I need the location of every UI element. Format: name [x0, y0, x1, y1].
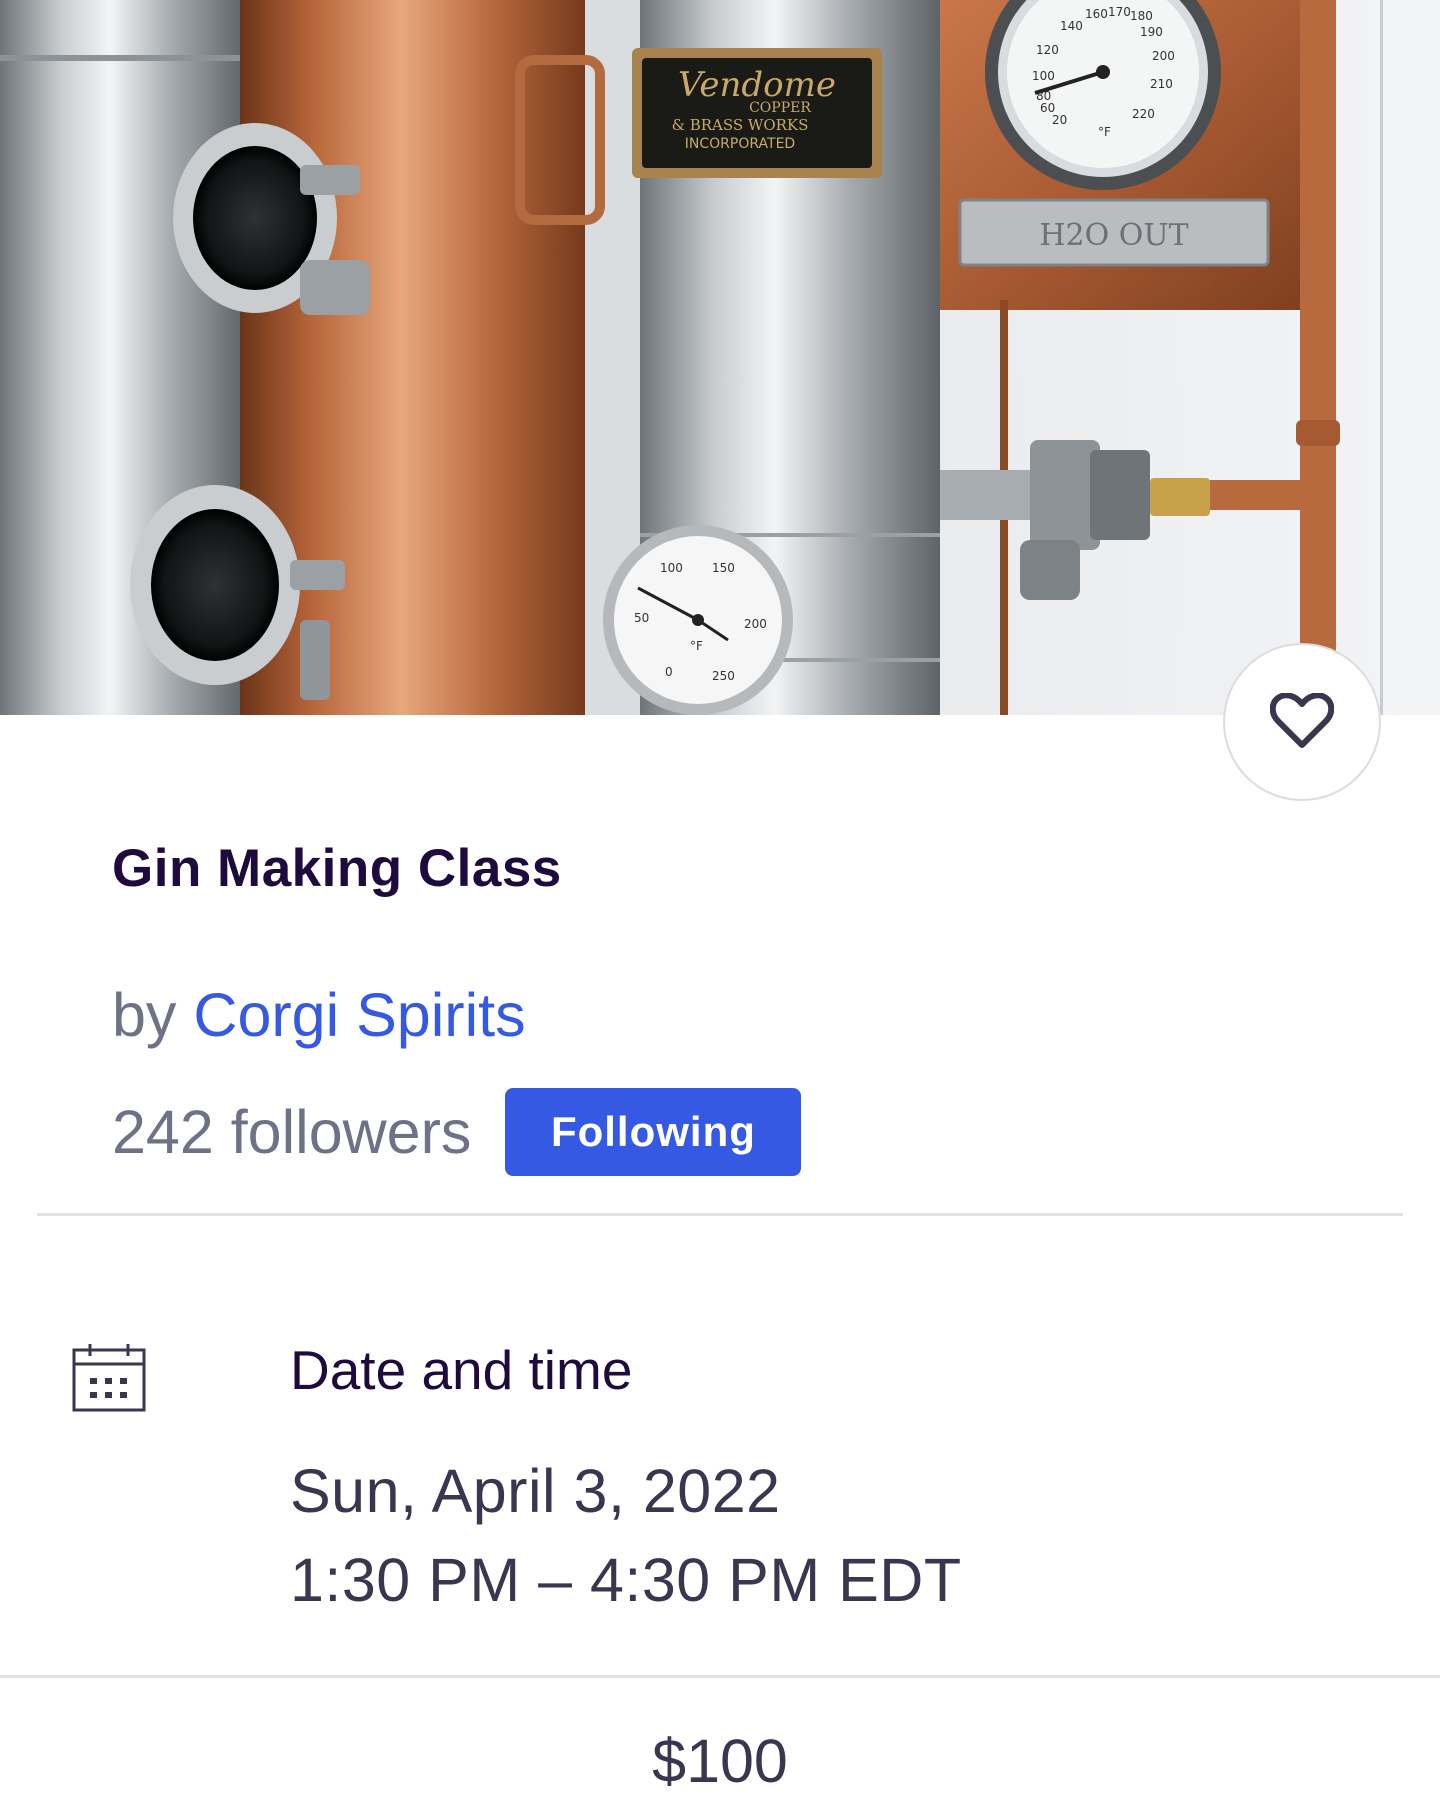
event-title: Gin Making Class — [112, 839, 562, 898]
by-prefix: by — [112, 981, 177, 1049]
plate-text-incorporated: INCORPORATED — [685, 136, 795, 152]
divider — [0, 1675, 1440, 1678]
event-date: Sun, April 3, 2022 — [290, 1457, 781, 1525]
event-hero-image: Vendome COPPER & BRASS WORKS INCORPORATE… — [0, 0, 1440, 715]
event-page: Vendome COPPER & BRASS WORKS INCORPORATE… — [0, 0, 1440, 1800]
svg-text:°F: °F — [1098, 125, 1111, 139]
manufacturer-plate: Vendome COPPER & BRASS WORKS INCORPORATE… — [632, 48, 882, 178]
event-time-range: 1:30 PM – 4:30 PM EDT — [290, 1546, 962, 1614]
divider — [37, 1213, 1403, 1216]
svg-text:0: 0 — [665, 665, 673, 679]
followers-count: 242 followers — [112, 1098, 472, 1166]
date-time-heading: Date and time — [290, 1339, 633, 1401]
svg-text:200: 200 — [744, 617, 767, 631]
plate-text-brass-works: & BRASS WORKS — [672, 116, 809, 134]
svg-text:220: 220 — [1132, 107, 1155, 121]
svg-text:160: 160 — [1085, 7, 1108, 21]
heart-outline-icon — [1270, 693, 1334, 748]
svg-text:140: 140 — [1060, 19, 1083, 33]
plate-text-vendome: Vendome — [678, 65, 836, 105]
following-button[interactable]: Following — [505, 1088, 802, 1176]
svg-text:180: 180 — [1130, 9, 1153, 23]
svg-text:250: 250 — [712, 669, 735, 683]
calendar-icon — [72, 1344, 146, 1412]
svg-text:50: 50 — [634, 611, 649, 625]
copper-still-photo: Vendome COPPER & BRASS WORKS INCORPORATE… — [0, 0, 1440, 715]
followers-row: 242 followers Following — [112, 1088, 802, 1176]
svg-text:170: 170 — [1108, 5, 1131, 19]
organizer-link[interactable]: Corgi Spirits — [193, 981, 525, 1049]
svg-text:210: 210 — [1150, 77, 1173, 91]
svg-text:150: 150 — [712, 561, 735, 575]
svg-text:120: 120 — [1036, 43, 1059, 57]
svg-text:190: 190 — [1140, 25, 1163, 39]
svg-text:20: 20 — [1052, 113, 1067, 127]
organizer-line: by Corgi Spirits — [112, 980, 526, 1050]
plate-text-copper: COPPER — [749, 100, 811, 116]
svg-text:200: 200 — [1152, 49, 1175, 63]
ticket-price: $100 — [652, 1727, 788, 1795]
svg-text:100: 100 — [660, 561, 683, 575]
svg-text:100: 100 — [1032, 69, 1055, 83]
temperature-gauge-bottom: 100 150 200 250 50 0 °F — [603, 525, 793, 715]
favorite-button[interactable] — [1223, 643, 1381, 801]
h2o-out-sign: H2O OUT — [1039, 218, 1188, 253]
svg-text:°F: °F — [690, 639, 703, 653]
